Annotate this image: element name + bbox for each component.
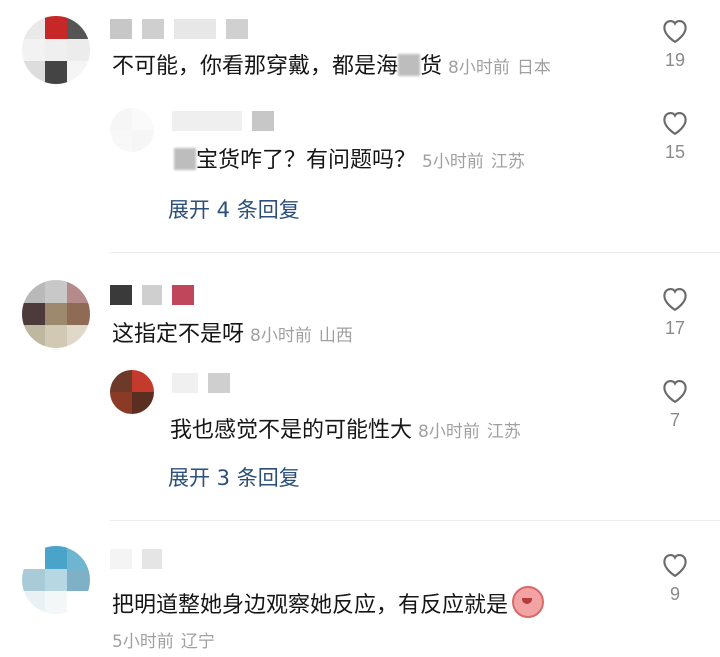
blush-face-emoji bbox=[512, 586, 545, 618]
like-button[interactable]: 7 bbox=[655, 376, 695, 431]
like-count: 17 bbox=[664, 318, 686, 338]
comment-text: 宝货咋了？有问题吗？ 5小时前 江苏 bbox=[174, 146, 525, 177]
comment-text: 这指定不是呀 8小时前 山西 bbox=[112, 322, 353, 347]
comment-meta: 5小时前 辽宁 bbox=[112, 632, 215, 652]
username-blurred[interactable] bbox=[110, 548, 162, 570]
like-count: 9 bbox=[669, 584, 680, 604]
like-count: 7 bbox=[669, 410, 680, 430]
heart-outline-icon[interactable] bbox=[660, 550, 690, 578]
expand-replies-link[interactable]: 展开 4 条回复 bbox=[168, 194, 300, 224]
avatar[interactable] bbox=[22, 16, 90, 84]
heart-outline-icon[interactable] bbox=[660, 108, 690, 136]
avatar[interactable] bbox=[22, 280, 90, 348]
divider bbox=[110, 520, 720, 521]
comment-text: 不可能，你看那穿戴，都是海货 8小时前 日本 bbox=[112, 54, 551, 79]
like-button[interactable]: 17 bbox=[655, 284, 695, 339]
username-blurred[interactable] bbox=[172, 372, 230, 394]
divider bbox=[110, 252, 720, 253]
heart-outline-icon[interactable] bbox=[660, 376, 690, 404]
like-count: 19 bbox=[664, 50, 686, 70]
like-button[interactable]: 9 bbox=[655, 550, 695, 605]
heart-outline-icon[interactable] bbox=[660, 16, 690, 44]
username-blurred[interactable] bbox=[110, 18, 248, 40]
like-button[interactable]: 15 bbox=[655, 108, 695, 163]
heart-outline-icon[interactable] bbox=[660, 284, 690, 312]
avatar[interactable] bbox=[110, 370, 154, 414]
avatar[interactable] bbox=[22, 546, 90, 614]
blurred-text bbox=[174, 148, 196, 170]
blurred-text bbox=[398, 54, 421, 76]
username-blurred[interactable] bbox=[172, 110, 274, 132]
comment-text: 把明道整她身边观察她反应，有反应就是 bbox=[112, 586, 545, 621]
like-button[interactable]: 19 bbox=[655, 16, 695, 71]
username-blurred[interactable] bbox=[110, 284, 194, 306]
comment-text: 我也感觉不是的可能性大 8小时前 江苏 bbox=[170, 418, 521, 443]
like-count: 15 bbox=[664, 142, 686, 162]
expand-replies-link[interactable]: 展开 3 条回复 bbox=[168, 462, 300, 492]
avatar[interactable] bbox=[110, 108, 154, 152]
